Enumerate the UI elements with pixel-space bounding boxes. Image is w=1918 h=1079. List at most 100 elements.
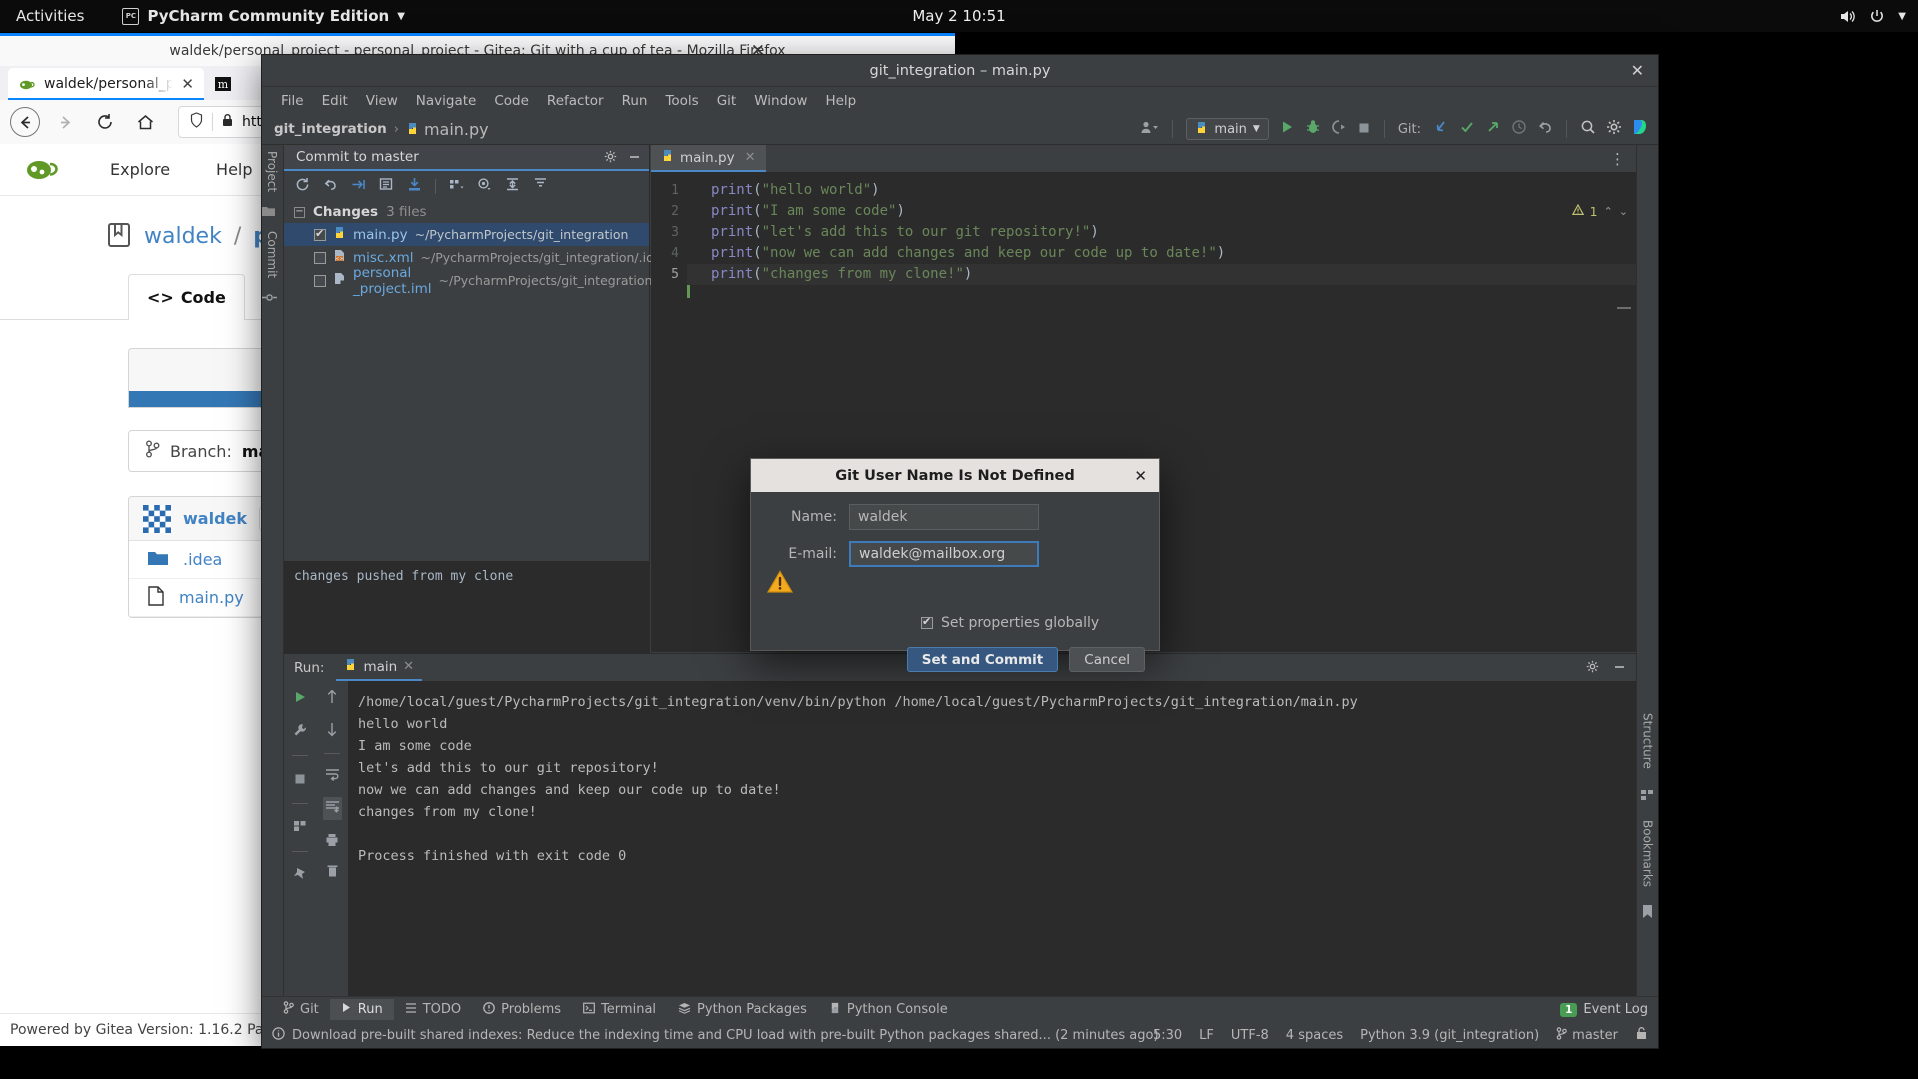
stop-icon[interactable] — [294, 770, 306, 789]
lock-icon[interactable] — [1635, 1026, 1648, 1044]
set-properties-globally-row[interactable]: Set properties globally — [921, 615, 1099, 631]
more-vertical-icon[interactable]: ⋮ — [1610, 150, 1626, 168]
menu-help[interactable]: Help — [816, 90, 865, 112]
commit-author-link[interactable]: waldek — [183, 509, 247, 528]
file-checkbox[interactable] — [314, 227, 326, 241]
rail-item-structure[interactable]: Structure — [1638, 707, 1658, 775]
menu-navigate[interactable]: Navigate — [407, 90, 486, 112]
diff-icon[interactable] — [379, 177, 394, 196]
reload-icon[interactable] — [90, 107, 120, 137]
scroll-down-icon[interactable] — [325, 721, 339, 741]
commit-check-icon[interactable] — [1459, 119, 1475, 139]
menu-tools[interactable]: Tools — [656, 90, 707, 112]
gnome-clock[interactable]: May 2 10:51 — [912, 7, 1005, 25]
gear-icon[interactable] — [604, 148, 617, 167]
menu-git[interactable]: Git — [708, 90, 746, 112]
close-icon[interactable]: ✕ — [403, 659, 414, 674]
preview-eye-icon[interactable] — [477, 177, 492, 196]
file-encoding[interactable]: UTF-8 — [1231, 1028, 1269, 1043]
bottom-tab-python-packages[interactable]: Python Packages — [667, 999, 818, 1021]
name-field[interactable]: waldek — [849, 504, 1039, 530]
menu-file[interactable]: File — [272, 90, 313, 112]
file-name-link[interactable]: main.py — [179, 588, 244, 607]
status-notification[interactable]: Download pre-built shared indexes: Reduc… — [272, 1026, 1159, 1044]
gear-icon[interactable] — [1586, 658, 1599, 677]
home-icon[interactable] — [130, 107, 160, 137]
dialog-close-button[interactable]: ✕ — [1134, 467, 1147, 485]
gitea-nav-help[interactable]: Help — [216, 160, 252, 179]
bottom-tab-terminal[interactable]: Terminal — [572, 999, 667, 1021]
scroll-end-icon[interactable] — [322, 797, 342, 820]
menu-window[interactable]: Window — [745, 90, 816, 112]
gear-icon[interactable] — [1606, 119, 1622, 139]
vcs-branch-widget[interactable]: master — [1556, 1026, 1618, 1044]
breadcrumb-file[interactable]: main.py — [406, 120, 489, 139]
print-icon[interactable] — [325, 832, 339, 851]
gitea-teacup-icon[interactable] — [20, 152, 64, 188]
menu-code[interactable]: Code — [485, 90, 538, 112]
scroll-up-icon[interactable] — [325, 689, 339, 709]
gnome-system-tray[interactable]: ▼ — [1839, 9, 1906, 24]
caret-position[interactable]: 5:30 — [1153, 1028, 1182, 1043]
search-icon[interactable] — [1580, 119, 1596, 139]
collapse-all-icon[interactable] — [533, 177, 548, 196]
rail-item-commit[interactable]: Commit — [262, 225, 282, 284]
run-console-output[interactable]: /home/local/guest/PycharmProjects/git_in… — [348, 681, 1636, 996]
minimize-icon[interactable] — [1613, 658, 1626, 677]
editor-inspection-widget[interactable]: 1 ⌃ ⌄ — [1571, 203, 1628, 219]
unshelve-icon[interactable] — [407, 177, 422, 196]
update-project-icon[interactable] — [1433, 119, 1449, 139]
rollback-icon[interactable] — [323, 177, 338, 196]
menu-view[interactable]: View — [357, 90, 407, 112]
shelve-icon[interactable] — [351, 177, 366, 196]
trash-icon[interactable] — [326, 863, 339, 882]
gitea-nav-explore[interactable]: Explore — [110, 160, 170, 179]
cancel-button[interactable]: Cancel — [1069, 647, 1145, 672]
history-icon[interactable] — [1511, 119, 1527, 139]
bottom-tab-problems[interactable]: Problems — [472, 999, 572, 1021]
file-checkbox[interactable] — [314, 274, 326, 287]
minimize-icon[interactable] — [628, 148, 641, 167]
changed-file-row[interactable]: personal _project.iml ~/PycharmProjects/… — [284, 265, 680, 297]
tab-code[interactable]: <> Code — [128, 274, 245, 320]
push-arrow-icon[interactable] — [1485, 119, 1501, 139]
close-icon[interactable]: ✕ — [745, 150, 756, 165]
pycharm-logo-icon[interactable] — [1632, 119, 1648, 139]
wrench-icon[interactable] — [293, 722, 307, 741]
forward-arrow-icon[interactable] — [50, 107, 80, 137]
bottom-tab-todo[interactable]: TODO — [394, 999, 472, 1021]
run-configuration-selector[interactable]: main ▼ — [1186, 118, 1269, 140]
expand-all-icon[interactable] — [505, 177, 520, 196]
indent-setting[interactable]: 4 spaces — [1286, 1028, 1343, 1043]
collapse-toggle-icon[interactable]: − — [294, 206, 305, 218]
breadcrumb-project[interactable]: git_integration — [274, 121, 387, 137]
event-log-widget[interactable]: 1 Event Log — [1560, 1002, 1648, 1017]
active-app-menu[interactable]: PC PyCharm Community Edition ▼ — [122, 7, 405, 25]
pycharm-close-button[interactable]: ✕ — [1631, 61, 1644, 80]
account-icon[interactable] — [1140, 120, 1159, 139]
editor-tab-mainpy[interactable]: main.py ✕ — [651, 145, 766, 172]
run-tab-main[interactable]: main ✕ — [336, 654, 423, 681]
menu-edit[interactable]: Edit — [313, 90, 357, 112]
rerun-play-icon[interactable] — [293, 689, 307, 708]
menu-refactor[interactable]: Refactor — [538, 90, 613, 112]
run-coverage-icon[interactable] — [1331, 119, 1347, 139]
run-play-icon[interactable] — [1279, 119, 1295, 139]
chevron-up-icon[interactable]: ⌃ — [1604, 205, 1613, 218]
back-arrow-icon[interactable] — [10, 107, 40, 137]
group-by-icon[interactable] — [449, 177, 464, 196]
set-and-commit-button[interactable]: Set and Commit — [906, 647, 1059, 672]
changed-file-row[interactable]: main.py ~/PycharmProjects/git_integratio… — [284, 223, 649, 246]
changes-group-row[interactable]: − Changes 3 files — [284, 201, 649, 223]
browser-tab-gitea[interactable]: waldek/personal_project ✕ — [8, 68, 204, 100]
menu-run[interactable]: Run — [613, 90, 657, 112]
email-field[interactable]: waldek@mailbox.org — [849, 541, 1039, 567]
changed-file-row[interactable]: <> misc.xml ~/PycharmProjects/git_integr… — [284, 246, 669, 269]
bottom-tab-run[interactable]: Run — [329, 999, 394, 1020]
refresh-icon[interactable] — [295, 177, 310, 196]
activities-button[interactable]: Activities — [0, 7, 100, 25]
chevron-down-icon[interactable]: ⌄ — [1619, 205, 1628, 218]
rail-item-bookmarks[interactable]: Bookmarks — [1638, 814, 1658, 893]
pin-icon[interactable] — [293, 866, 307, 885]
file-checkbox[interactable] — [314, 251, 326, 264]
